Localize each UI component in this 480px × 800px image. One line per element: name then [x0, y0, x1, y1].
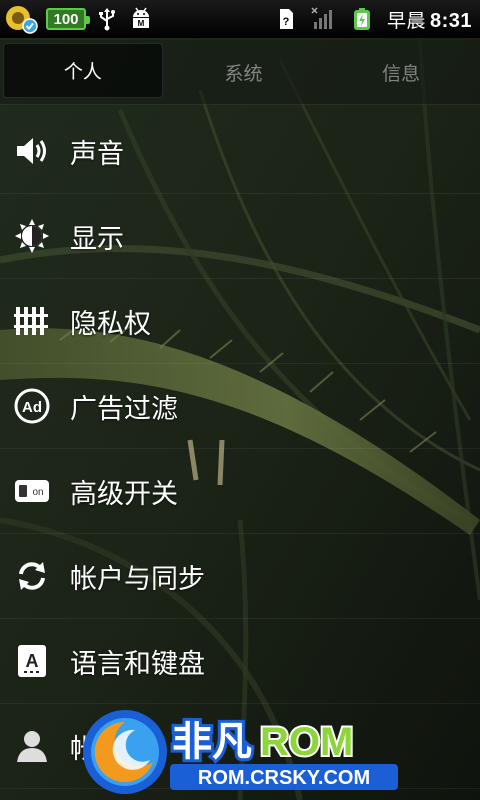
settings-item-label: 隐私权	[70, 308, 151, 340]
speaker-icon	[17, 138, 46, 164]
watermark-brand-cn: 非凡	[172, 719, 252, 765]
privacy-fence-icon	[14, 307, 48, 335]
settings-item-label: 高级开关	[70, 478, 178, 510]
battery-icon: 100	[46, 8, 90, 30]
settings-item-sound[interactable]: 声音	[0, 109, 480, 194]
clock: 早晨 8:31	[387, 6, 472, 33]
settings-list: 声音 显示 隐私权 Ad 广告过滤 on 高级开关 帐户与同步 A 语言和键盘	[0, 109, 480, 789]
sdcard-icon: ?	[279, 9, 293, 29]
settings-item-label: 帐户与同步	[70, 563, 205, 595]
app-badge-icon	[6, 6, 38, 34]
person-icon	[17, 731, 47, 762]
settings-item-label: 广告过滤	[70, 393, 178, 425]
ad-block-icon: Ad	[14, 388, 50, 424]
watermark-site: ROM.CRSKY.COM	[198, 767, 370, 789]
settings-item-privacy[interactable]: 隐私权	[0, 279, 480, 364]
settings-item-display[interactable]: 显示	[0, 194, 480, 279]
tab-bar: 个人 系统 信息	[0, 40, 480, 105]
keyboard-a-icon: A	[18, 645, 46, 677]
usb-icon	[99, 8, 115, 31]
debug-android-icon: M	[133, 7, 149, 28]
svg-text:Ad: Ad	[22, 399, 42, 416]
battery-level: 100	[53, 10, 79, 28]
tab-info[interactable]: 信息	[322, 40, 480, 104]
svg-text:?: ?	[283, 16, 290, 28]
settings-item-label: 显示	[70, 223, 124, 255]
settings-item-label: 声音	[70, 138, 124, 170]
status-bar: 100 M ? 早晨 8:31	[0, 0, 480, 38]
svg-text:A: A	[26, 651, 39, 671]
tab-personal[interactable]: 个人	[3, 43, 163, 98]
signal-bars-icon	[311, 7, 332, 29]
clock-time: 8:31	[429, 9, 472, 32]
svg-text:on: on	[32, 487, 43, 498]
tab-system[interactable]: 系统	[165, 40, 323, 104]
settings-item-label: 语言和键盘	[70, 648, 205, 680]
toggle-on-icon: on	[15, 480, 49, 502]
svg-text:M: M	[138, 19, 145, 28]
clock-am-pm: 早晨	[386, 10, 426, 32]
settings-item-accounts-sync[interactable]: 帐户与同步	[0, 534, 480, 619]
crsky-watermark-logo: 非凡 ROM ROM.CRSKY.COM	[83, 710, 398, 794]
settings-item-advanced-switches[interactable]: on 高级开关	[0, 449, 480, 534]
watermark-brand-rom: ROM	[260, 720, 353, 764]
settings-item-language-keyboard[interactable]: A 语言和键盘	[0, 619, 480, 704]
brightness-icon	[15, 219, 49, 253]
charging-battery-icon	[353, 8, 370, 30]
settings-item-ad-filter[interactable]: Ad 广告过滤	[0, 364, 480, 449]
sync-icon	[19, 562, 45, 590]
